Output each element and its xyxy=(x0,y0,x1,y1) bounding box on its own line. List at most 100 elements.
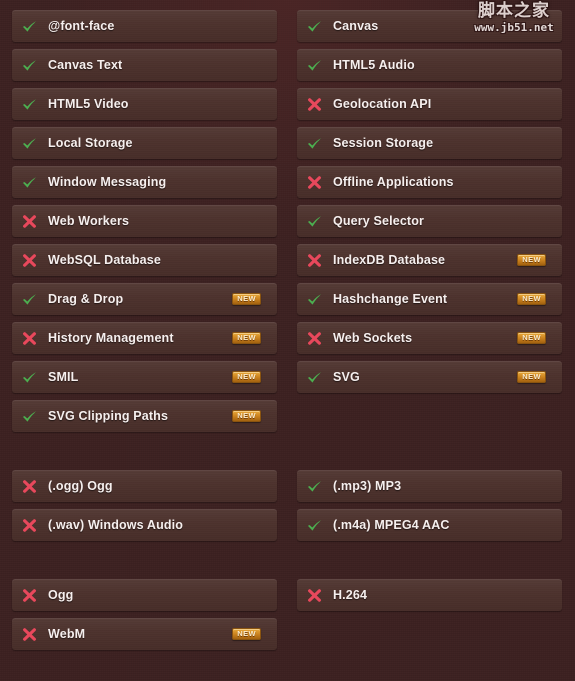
check-icon xyxy=(306,57,323,74)
feature-label: SVG Clipping Paths xyxy=(48,409,169,423)
check-icon xyxy=(21,408,38,425)
feature-row[interactable]: Local Storage xyxy=(12,127,277,159)
cross-icon xyxy=(306,330,323,347)
check-icon xyxy=(306,291,323,308)
feature-label: Session Storage xyxy=(333,136,434,150)
feature-row[interactable]: Window Messaging xyxy=(12,166,277,198)
feature-row[interactable]: Geolocation API xyxy=(297,88,562,120)
cross-icon xyxy=(306,174,323,191)
feature-label: History Management xyxy=(48,331,174,345)
feature-row[interactable]: (.ogg) Ogg xyxy=(12,470,277,502)
new-badge: NEW xyxy=(232,331,261,345)
feature-row[interactable]: Canvas Text xyxy=(12,49,277,81)
cross-icon xyxy=(21,626,38,643)
feature-label: WebSQL Database xyxy=(48,253,161,267)
check-icon xyxy=(21,18,38,35)
feature-row[interactable]: SVG Clipping Paths NEW xyxy=(12,400,277,432)
feature-label: (.ogg) Ogg xyxy=(48,479,113,493)
feature-row[interactable]: Web Workers xyxy=(12,205,277,237)
new-badge: NEW xyxy=(517,331,546,345)
new-badge: NEW xyxy=(232,292,261,306)
feature-label: Offline Applications xyxy=(333,175,454,189)
feature-label: HTML5 Audio xyxy=(333,58,415,72)
feature-row[interactable]: SMIL NEW xyxy=(12,361,277,393)
right-column: Canvas HTML5 Audio Geolocation API Session … xyxy=(297,10,562,650)
watermark-site-name: 脚本之家 xyxy=(478,1,550,21)
feature-row[interactable]: (.wav) Windows Audio xyxy=(12,509,277,541)
feature-label: HTML5 Video xyxy=(48,97,129,111)
check-icon xyxy=(306,369,323,386)
feature-row[interactable]: WebSQL Database xyxy=(12,244,277,276)
cross-icon xyxy=(21,517,38,534)
feature-row[interactable]: Session Storage xyxy=(297,127,562,159)
feature-label: Local Storage xyxy=(48,136,133,150)
feature-row[interactable]: Drag & Drop NEW xyxy=(12,283,277,315)
feature-row[interactable]: WebM NEW xyxy=(12,618,277,650)
feature-row[interactable]: (.mp3) MP3 xyxy=(297,470,562,502)
cross-icon xyxy=(306,587,323,604)
feature-label: SVG xyxy=(333,370,360,384)
new-badge: NEW xyxy=(517,370,546,384)
new-badge: NEW xyxy=(232,409,261,423)
feature-row[interactable]: @font-face xyxy=(12,10,277,42)
feature-row[interactable]: IndexDB Database NEW xyxy=(297,244,562,276)
site-watermark: 脚本之家 www.jb51.net xyxy=(458,1,570,34)
features-group: Canvas HTML5 Audio Geolocation API Session … xyxy=(297,10,562,393)
feature-row[interactable]: H.264 xyxy=(297,579,562,611)
check-icon xyxy=(306,478,323,495)
check-icon xyxy=(306,135,323,152)
feature-row[interactable]: Offline Applications xyxy=(297,166,562,198)
feature-label: (.m4a) MPEG4 AAC xyxy=(333,518,450,532)
feature-support-board: 脚本之家 www.jb51.net @font-face Canvas Text H… xyxy=(0,0,575,681)
feature-label: Window Messaging xyxy=(48,175,167,189)
audio-formats-group: (.mp3) MP3 (.m4a) MPEG4 AAC xyxy=(297,470,562,541)
check-icon xyxy=(306,517,323,534)
feature-row[interactable]: HTML5 Video xyxy=(12,88,277,120)
cross-icon xyxy=(306,96,323,113)
video-formats-group: Ogg WebM NEW xyxy=(12,579,277,650)
feature-label: Canvas Text xyxy=(48,58,123,72)
new-badge: NEW xyxy=(232,370,261,384)
feature-label: Web Workers xyxy=(48,214,130,228)
cross-icon xyxy=(21,478,38,495)
cross-icon xyxy=(21,587,38,604)
new-badge: NEW xyxy=(232,627,261,641)
check-icon xyxy=(21,291,38,308)
check-icon xyxy=(21,96,38,113)
check-icon xyxy=(21,57,38,74)
feature-row[interactable]: Ogg xyxy=(12,579,277,611)
feature-label: Hashchange Event xyxy=(333,292,448,306)
feature-label: IndexDB Database xyxy=(333,253,446,267)
check-icon xyxy=(306,213,323,230)
feature-row[interactable]: HTML5 Audio xyxy=(297,49,562,81)
feature-label: WebM xyxy=(48,627,86,641)
cross-icon xyxy=(21,330,38,347)
features-group: @font-face Canvas Text HTML5 Video Local St… xyxy=(12,10,277,432)
feature-label: Ogg xyxy=(48,588,74,602)
check-icon xyxy=(306,18,323,35)
feature-label: Query Selector xyxy=(333,214,425,228)
check-icon xyxy=(21,174,38,191)
feature-label: (.wav) Windows Audio xyxy=(48,518,184,532)
feature-label: Drag & Drop xyxy=(48,292,124,306)
new-badge: NEW xyxy=(517,292,546,306)
cross-icon xyxy=(306,252,323,269)
left-column: @font-face Canvas Text HTML5 Video Local St… xyxy=(12,10,277,650)
check-icon xyxy=(21,369,38,386)
feature-row[interactable]: Hashchange Event NEW xyxy=(297,283,562,315)
audio-formats-group: (.ogg) Ogg (.wav) Windows Audio xyxy=(12,470,277,541)
feature-label: SMIL xyxy=(48,370,79,384)
feature-row[interactable]: SVG NEW xyxy=(297,361,562,393)
feature-row[interactable]: (.m4a) MPEG4 AAC xyxy=(297,509,562,541)
feature-row[interactable]: History Management NEW xyxy=(12,322,277,354)
feature-label: Geolocation API xyxy=(333,97,432,111)
feature-label: H.264 xyxy=(333,588,368,602)
cross-icon xyxy=(21,252,38,269)
new-badge: NEW xyxy=(517,253,546,267)
feature-row[interactable]: Web Sockets NEW xyxy=(297,322,562,354)
feature-row[interactable]: Query Selector xyxy=(297,205,562,237)
